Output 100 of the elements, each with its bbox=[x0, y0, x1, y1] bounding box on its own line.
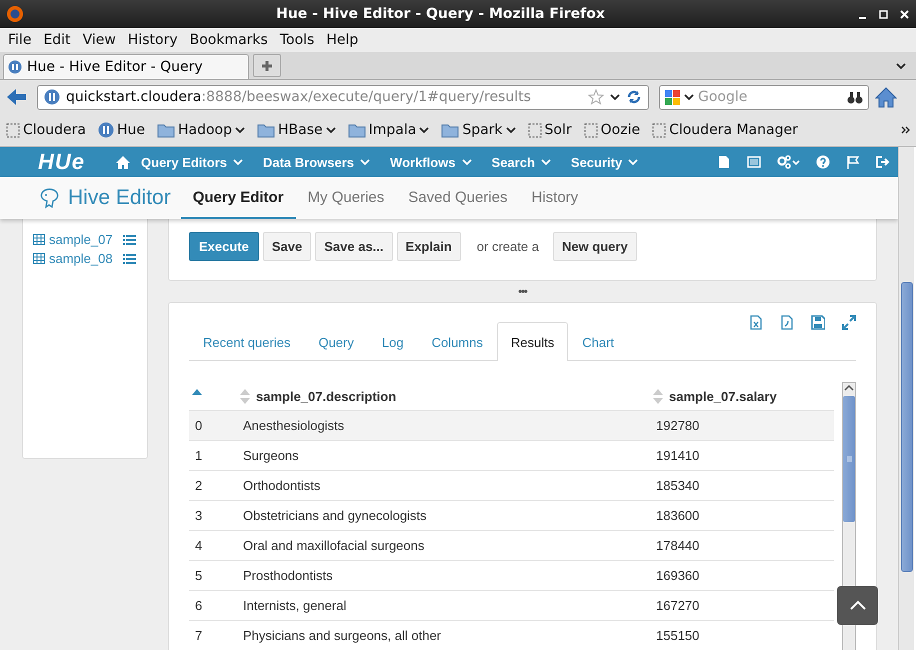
caret-icon bbox=[462, 158, 472, 166]
scroll-to-top-button[interactable] bbox=[837, 586, 878, 625]
gears-icon[interactable] bbox=[777, 155, 800, 169]
column-header[interactable]: sample_07.salary bbox=[669, 388, 777, 404]
result-tab[interactable]: Columns bbox=[418, 322, 497, 361]
table-row[interactable]: 5 Prosthodontists 169360 bbox=[189, 560, 834, 590]
caret-icon bbox=[628, 158, 638, 166]
app-title: Hive Editor bbox=[68, 186, 171, 210]
scrollbar-thumb[interactable] bbox=[900, 282, 912, 572]
caret-icon bbox=[360, 158, 370, 166]
maximize-icon[interactable] bbox=[878, 8, 889, 20]
columns-list-icon[interactable] bbox=[122, 234, 136, 246]
search-engine-icon bbox=[665, 90, 680, 104]
result-tab[interactable]: Query bbox=[304, 322, 368, 361]
bookmark[interactable]: Impala bbox=[348, 122, 430, 138]
table-link[interactable]: sample_08 bbox=[49, 251, 113, 266]
search-field[interactable]: Google bbox=[659, 84, 869, 110]
star-icon[interactable] bbox=[588, 89, 604, 105]
app-tab[interactable]: My Queries bbox=[296, 177, 396, 219]
table-cell: 0 bbox=[195, 418, 202, 433]
menu-item[interactable]: History bbox=[122, 32, 184, 48]
binoculars-icon[interactable] bbox=[847, 90, 863, 104]
menu-item[interactable]: File bbox=[2, 32, 38, 48]
table-cell: 183600 bbox=[656, 508, 700, 523]
address-field[interactable]: quickstart.cloudera:8888/beeswax/execute/query/1#query/results bbox=[37, 84, 649, 110]
chevron-down-icon[interactable] bbox=[896, 62, 906, 70]
toolbar-button[interactable]: Explain bbox=[396, 232, 461, 261]
bookmark[interactable]: Oozie bbox=[584, 122, 640, 138]
table-row[interactable]: 0 Anesthesiologists 192780 bbox=[189, 410, 834, 440]
column-header[interactable]: sample_07.description bbox=[256, 388, 396, 404]
scrollbar-thumb[interactable] bbox=[843, 396, 855, 522]
table-row[interactable]: 7 Physicians and surgeons, all other 155150 bbox=[189, 620, 834, 650]
result-tab[interactable]: Log bbox=[368, 322, 418, 361]
caret-icon bbox=[419, 126, 430, 134]
table-row[interactable]: 3 Obstetricians and gynecologists 183600 bbox=[189, 500, 834, 530]
menu-item[interactable]: Edit bbox=[37, 32, 77, 48]
hue-logo[interactable]: HUe bbox=[38, 149, 86, 175]
menu-item[interactable]: Tools bbox=[274, 32, 320, 48]
table-row[interactable]: 4 Oral and maxillofacial surgeons 178440 bbox=[189, 530, 834, 560]
bookmark[interactable]: Hadoop bbox=[156, 122, 245, 138]
table-link[interactable]: sample_07 bbox=[49, 232, 113, 247]
result-tab[interactable]: Chart bbox=[568, 322, 628, 361]
result-tab[interactable]: Recent queries bbox=[189, 322, 304, 361]
menu-item[interactable]: View bbox=[76, 32, 122, 48]
pdf-file-icon[interactable] bbox=[780, 315, 794, 330]
back-arrow-icon[interactable] bbox=[6, 88, 27, 106]
table-row[interactable]: 1 Surgeons 191410 bbox=[189, 440, 834, 470]
bookmark[interactable]: Hue bbox=[98, 122, 145, 138]
table-icon bbox=[33, 253, 45, 264]
table-cell: Oral and maxillofacial surgeons bbox=[243, 538, 424, 553]
help-icon[interactable] bbox=[816, 155, 830, 169]
table-row[interactable]: 2 Orthodontists 185340 bbox=[189, 470, 834, 500]
flag-icon[interactable] bbox=[846, 155, 860, 169]
columns-list-icon[interactable] bbox=[122, 252, 136, 264]
excel-file-icon[interactable] bbox=[749, 315, 763, 330]
nav-menu[interactable]: Data Browsers bbox=[262, 154, 370, 170]
new-query-button[interactable]: New query bbox=[552, 232, 637, 261]
caret-icon bbox=[506, 126, 516, 134]
home-icon[interactable] bbox=[875, 86, 897, 108]
nav-menu[interactable]: Search bbox=[492, 154, 551, 170]
toolbar-button[interactable]: Execute bbox=[189, 232, 259, 261]
sign-out-icon[interactable] bbox=[876, 155, 890, 169]
table-cell: 2 bbox=[195, 478, 202, 493]
table-cell: 6 bbox=[195, 598, 202, 613]
document-icon[interactable] bbox=[717, 155, 731, 169]
page-icon bbox=[652, 122, 666, 138]
new-tab-button[interactable] bbox=[253, 54, 281, 77]
nav-menu[interactable]: Workflows bbox=[390, 154, 472, 170]
resize-handle[interactable]: ••• bbox=[518, 286, 527, 298]
menu-item[interactable]: Bookmarks bbox=[184, 32, 274, 48]
reload-icon[interactable] bbox=[626, 89, 642, 105]
caret-icon[interactable] bbox=[684, 93, 694, 101]
save-icon[interactable] bbox=[811, 315, 825, 330]
bookmark[interactable]: Solr bbox=[528, 122, 572, 138]
overflow-chevron-icon[interactable] bbox=[901, 126, 910, 134]
home-icon[interactable] bbox=[115, 154, 132, 170]
window-title: Hue - Hive Editor - Query - Mozilla Firefox bbox=[275, 6, 606, 22]
table-cell: Orthodontists bbox=[243, 478, 320, 493]
bookmark[interactable]: Spark bbox=[441, 122, 516, 138]
toolbar-button[interactable]: Save as... bbox=[315, 232, 393, 261]
result-tab[interactable]: Results bbox=[496, 322, 568, 361]
table-icon bbox=[33, 234, 45, 245]
list-icon[interactable] bbox=[747, 155, 761, 169]
site-icon bbox=[44, 89, 60, 105]
caret-icon[interactable] bbox=[610, 93, 620, 101]
app-tab[interactable]: History bbox=[519, 177, 590, 219]
table-cell: Internists, general bbox=[243, 598, 346, 613]
menu-item[interactable]: Help bbox=[320, 32, 364, 48]
close-icon[interactable] bbox=[899, 8, 910, 20]
bookmark[interactable]: HBase bbox=[256, 122, 336, 138]
bookmark[interactable]: Cloudera bbox=[6, 122, 86, 138]
nav-menu[interactable]: Query Editors bbox=[141, 154, 243, 170]
app-tab[interactable]: Saved Queries bbox=[396, 177, 520, 219]
folder-icon bbox=[156, 122, 175, 138]
bookmark[interactable]: Cloudera Manager bbox=[652, 122, 798, 138]
toolbar-button[interactable]: Save bbox=[262, 232, 312, 261]
expand-icon[interactable] bbox=[842, 315, 856, 330]
table-row[interactable]: 6 Internists, general 167270 bbox=[189, 590, 834, 620]
nav-menu[interactable]: Security bbox=[570, 154, 638, 170]
browser-tab[interactable]: Hue - Hive Editor - Query bbox=[3, 54, 249, 79]
